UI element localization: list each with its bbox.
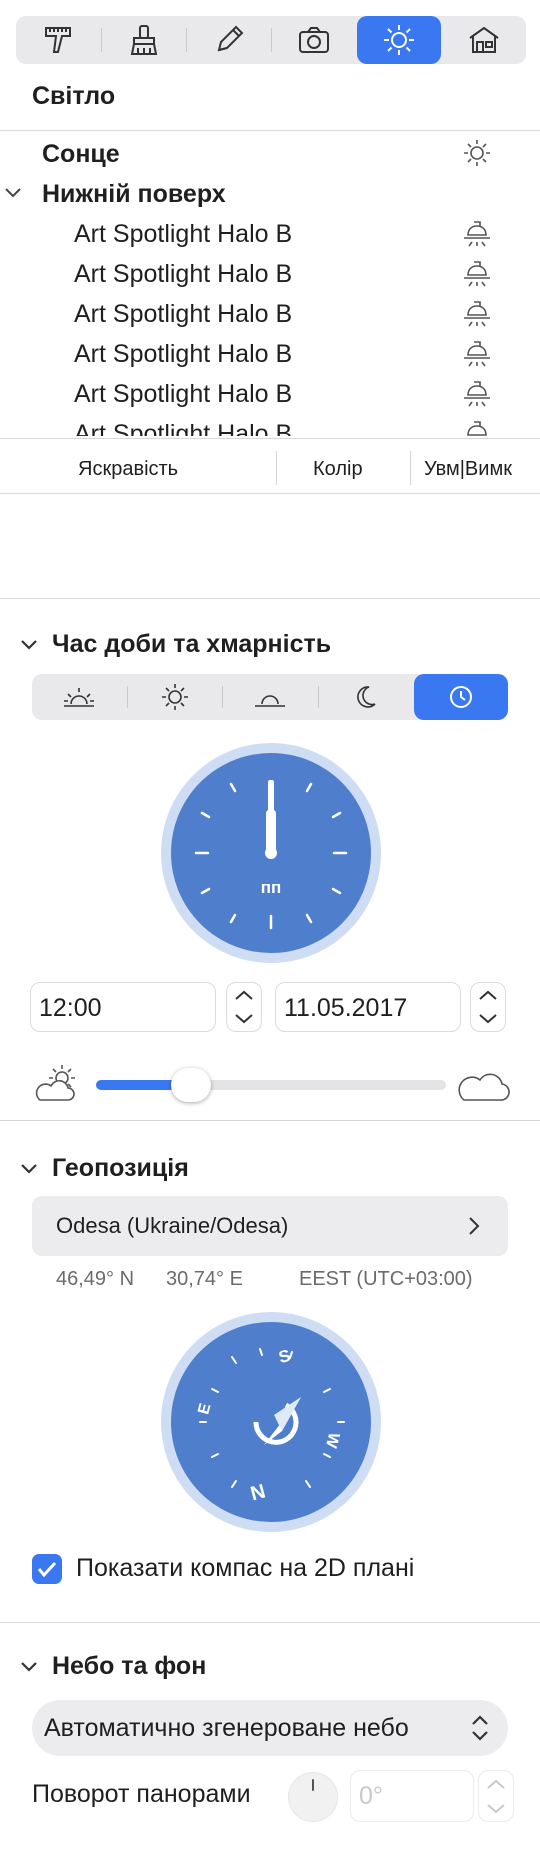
time-mode-segmented bbox=[32, 674, 508, 720]
pano-rotation-field[interactable]: 0° bbox=[350, 1770, 474, 1822]
light-item-label: Art Spotlight Halo B bbox=[74, 300, 293, 328]
updown-chevron-icon bbox=[472, 1715, 488, 1741]
chevron-down-icon[interactable] bbox=[4, 186, 22, 200]
cloudiness-slider-knob[interactable] bbox=[170, 1068, 211, 1102]
tree-row-sun[interactable]: Сонце bbox=[0, 134, 540, 174]
chevron-up-icon[interactable] bbox=[485, 1778, 507, 1790]
column-brightness[interactable]: Яскравість bbox=[78, 458, 178, 481]
chevron-down-icon bbox=[21, 639, 37, 650]
light-item-label: Art Spotlight Halo B bbox=[74, 220, 293, 248]
chevron-down-icon[interactable] bbox=[485, 1803, 507, 1815]
time-dial[interactable]: пп bbox=[160, 742, 382, 964]
spotlight-icon bbox=[462, 258, 492, 288]
moon-icon bbox=[357, 686, 376, 708]
geo-section-title: Геопозиція bbox=[52, 1154, 189, 1182]
light-item-label: Art Spotlight Halo B bbox=[74, 260, 293, 288]
timezone-label: EEST (UTC+03:00) bbox=[299, 1268, 473, 1290]
am-pm-label: пп bbox=[260, 878, 282, 897]
chevron-down-icon[interactable] bbox=[477, 1013, 499, 1025]
time-field[interactable]: 12:00 bbox=[30, 982, 216, 1032]
spotlight-icon bbox=[462, 418, 492, 436]
longitude-label: 30,74° E bbox=[166, 1268, 243, 1290]
show-compass-checkbox[interactable] bbox=[32, 1554, 62, 1584]
spotlight-icon bbox=[462, 218, 492, 248]
draw-tool-button[interactable] bbox=[187, 16, 271, 64]
date-stepper[interactable] bbox=[470, 982, 506, 1032]
panel-title: Світло bbox=[32, 82, 116, 110]
furnish-tool-button[interactable] bbox=[102, 16, 186, 64]
time-section-header[interactable]: Час доби та хмарність bbox=[20, 630, 331, 659]
show-compass-label[interactable]: Показати компас на 2D плані bbox=[76, 1554, 414, 1583]
tree-sun-label: Сонце bbox=[42, 140, 120, 168]
sun-icon bbox=[384, 25, 414, 55]
camera-tool-button[interactable] bbox=[272, 16, 356, 64]
brush-icon bbox=[130, 25, 158, 55]
sky-type-value: Автоматично згенероване небо bbox=[44, 1714, 409, 1742]
pano-rotation-knob[interactable] bbox=[288, 1772, 338, 1822]
spotlight-icon bbox=[462, 378, 492, 408]
light-list: Art Spotlight Halo B Art Spotlight Halo … bbox=[0, 214, 540, 436]
tree-group-label: Нижній поверх bbox=[42, 180, 226, 208]
sky-section-header[interactable]: Небо та фон bbox=[20, 1652, 206, 1681]
column-onoff[interactable]: Увм|Вимк bbox=[424, 458, 512, 481]
light-item-label: Art Spotlight Halo B bbox=[74, 420, 293, 436]
compass-dial[interactable]: N S E W bbox=[160, 1311, 382, 1533]
chevron-up-icon[interactable] bbox=[477, 989, 499, 1001]
tree-row-light[interactable]: Art Spotlight Halo B bbox=[0, 374, 540, 414]
column-color[interactable]: Колір bbox=[313, 458, 363, 481]
building-tool-button[interactable] bbox=[442, 16, 526, 64]
calipers-icon bbox=[45, 27, 71, 53]
light-item-label: Art Spotlight Halo B bbox=[74, 380, 293, 408]
chevron-down-icon[interactable] bbox=[233, 1013, 255, 1025]
spotlight-icon bbox=[462, 338, 492, 368]
pano-rotation-stepper[interactable] bbox=[478, 1770, 514, 1822]
date-field[interactable]: 11.05.2017 bbox=[275, 982, 461, 1032]
spotlight-icon bbox=[462, 298, 492, 328]
sun-icon bbox=[462, 138, 492, 168]
tree-row-light[interactable]: Art Spotlight Halo B bbox=[0, 294, 540, 334]
tree-row-light[interactable]: Art Spotlight Halo B bbox=[0, 214, 540, 254]
light-tool-button[interactable] bbox=[357, 16, 441, 64]
time-stepper[interactable] bbox=[226, 982, 262, 1032]
measure-tool-button[interactable] bbox=[16, 16, 100, 64]
sun-icon bbox=[162, 684, 188, 710]
sky-section-title: Небо та фон bbox=[52, 1652, 207, 1680]
sunrise-icon bbox=[64, 688, 94, 707]
tree-row-light[interactable]: Art Spotlight Halo B bbox=[0, 254, 540, 294]
chevron-up-icon[interactable] bbox=[233, 989, 255, 1001]
sunrise-mode-button[interactable] bbox=[32, 674, 126, 720]
night-mode-button[interactable] bbox=[319, 674, 413, 720]
geo-section-header[interactable]: Геопозиція bbox=[20, 1154, 189, 1183]
partly-cloudy-icon bbox=[35, 1065, 75, 1101]
custom-time-mode-button[interactable] bbox=[414, 674, 508, 720]
house-icon bbox=[469, 26, 499, 53]
time-section-title: Час доби та хмарність bbox=[52, 630, 332, 658]
tree-row-light[interactable]: Art Spotlight Halo B bbox=[0, 334, 540, 374]
sunset-icon bbox=[255, 695, 285, 707]
latitude-label: 46,49° N bbox=[56, 1268, 135, 1290]
location-button[interactable]: Odesa (Ukraine/Odesa) bbox=[32, 1196, 508, 1256]
location-label: Odesa (Ukraine/Odesa) bbox=[56, 1213, 289, 1238]
clock-icon bbox=[450, 686, 472, 708]
sky-type-popup[interactable]: Автоматично згенероване небо bbox=[32, 1700, 508, 1756]
pano-rotation-label: Поворот панорами bbox=[32, 1780, 251, 1808]
light-item-label: Art Spotlight Halo B bbox=[74, 340, 293, 368]
checkmark-icon bbox=[37, 1561, 57, 1578]
chevron-down-icon bbox=[21, 1661, 37, 1672]
cloud-icon bbox=[458, 1073, 510, 1101]
sunset-mode-button[interactable] bbox=[223, 674, 317, 720]
tree-row-group[interactable]: Нижній поверх bbox=[0, 174, 540, 214]
chevron-down-icon bbox=[21, 1163, 37, 1174]
day-mode-button[interactable] bbox=[128, 674, 222, 720]
tree-row-light[interactable]: Art Spotlight Halo B bbox=[0, 414, 540, 436]
category-toolbar bbox=[16, 16, 526, 64]
chevron-right-icon bbox=[469, 1217, 480, 1235]
camera-icon bbox=[299, 27, 329, 53]
pencil-icon bbox=[217, 25, 244, 52]
